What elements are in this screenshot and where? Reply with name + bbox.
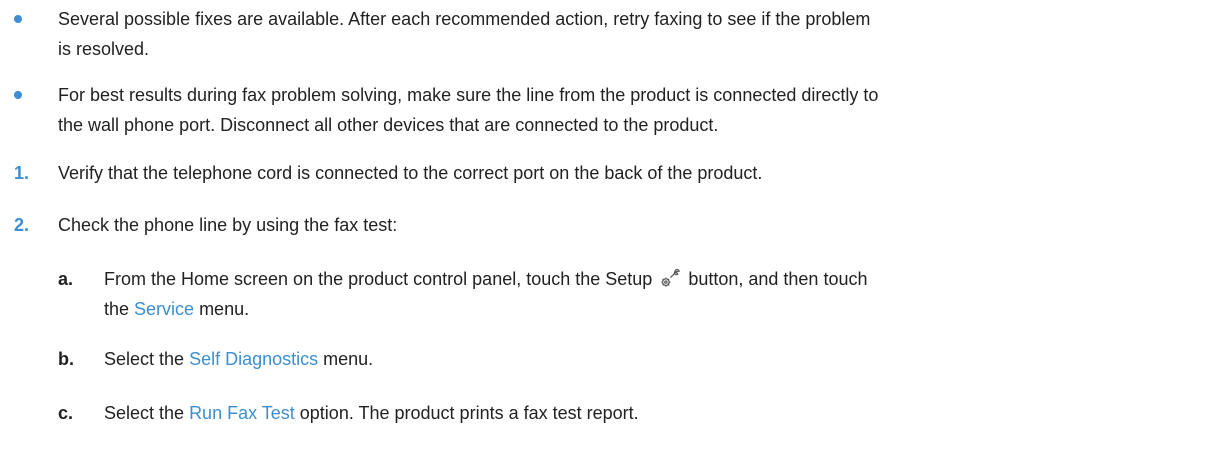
substep-item: c. Select the Run Fax Test option. The p… (0, 398, 1217, 428)
step-item: 2. Check the phone line by using the fax… (0, 210, 1217, 240)
bullet-icon (14, 15, 22, 23)
step-item: 1. Verify that the telephone cord is con… (0, 158, 1217, 188)
substep-item: b. Select the Self Diagnostics menu. (0, 344, 1217, 374)
substep-text-after: menu. (194, 299, 250, 319)
run-fax-test-option-link[interactable]: Run Fax Test (189, 403, 295, 423)
substep-text-before: From the Home screen on the product cont… (104, 269, 658, 289)
bullet-item: Several possible fixes are available. Af… (0, 4, 1217, 64)
substep-text-after: button, and then touch (683, 269, 868, 289)
self-diagnostics-menu-link[interactable]: Self Diagnostics (189, 349, 318, 369)
substep-text: Select the Self Diagnostics menu. (104, 344, 1204, 374)
substep-letter: c. (58, 403, 74, 423)
substep-text-before: Select the (104, 403, 190, 423)
substep-text-after: option. The product prints a fax test re… (294, 403, 639, 423)
bullet-text: Several possible fixes are available. Af… (58, 4, 1208, 64)
step-text: Check the phone line by using the fax te… (58, 215, 398, 235)
substep-text: From the Home screen on the product cont… (104, 264, 1204, 324)
substep-letter: b. (58, 349, 74, 369)
substep-text-before: the (104, 299, 135, 319)
bullet-icon (14, 91, 22, 99)
bullet-line: the wall phone port. Disconnect all othe… (58, 115, 719, 135)
substep-text: Select the Run Fax Test option. The prod… (104, 398, 1204, 428)
step-number: 2. (14, 215, 30, 235)
bullet-text: For best results during fax problem solv… (58, 80, 1213, 140)
step-text: Verify that the telephone cord is connec… (58, 163, 763, 183)
step-number: 1. (14, 163, 30, 183)
substep-line: From the Home screen on the product cont… (104, 264, 1204, 294)
bullet-line: Several possible fixes are available. Af… (58, 9, 871, 29)
bullet-line: For best results during fax problem solv… (58, 85, 879, 105)
substep-item: a. From the Home screen on the product c… (0, 264, 1217, 324)
substep-letter: a. (58, 269, 74, 289)
service-menu-link[interactable]: Service (134, 299, 194, 319)
substep-line: the Service menu. (104, 294, 1204, 324)
wrench-gear-icon (661, 269, 681, 287)
bullet-line: is resolved. (58, 39, 150, 59)
substep-text-before: Select the (104, 349, 190, 369)
document-page: Several possible fixes are available. Af… (0, 0, 1217, 474)
bullet-item: For best results during fax problem solv… (0, 80, 1217, 140)
substep-text-after: menu. (318, 349, 374, 369)
